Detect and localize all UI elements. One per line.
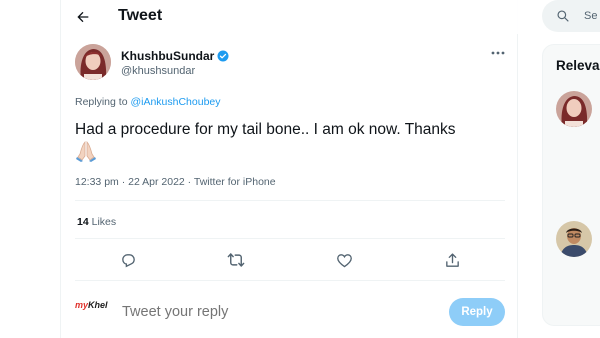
divider-middle	[75, 238, 505, 239]
header: Tweet	[61, 0, 519, 34]
more-button[interactable]	[488, 46, 508, 60]
likes-count[interactable]: 14 Likes	[77, 216, 116, 228]
main-column: Tweet KhushbuSundar @khushsundar Replyin…	[60, 0, 519, 338]
likes-number: 14	[77, 216, 89, 228]
replying-to: Replying to @iAnkushChoubey	[75, 96, 221, 108]
divider-bottom	[75, 280, 505, 281]
retweet-action[interactable]	[226, 250, 246, 270]
more-horizontal-icon	[491, 51, 505, 55]
right-sidebar: Se Releva	[530, 0, 600, 338]
author-name[interactable]: KhushbuSundar	[121, 49, 214, 63]
divider-top	[75, 200, 505, 201]
share-icon	[445, 252, 459, 267]
search-placeholder: Se	[584, 10, 598, 22]
reply-button[interactable]: Reply	[449, 298, 505, 326]
like-icon	[336, 253, 352, 267]
replying-prefix: Replying to	[75, 96, 128, 108]
tweet-text: Had a procedure for my tail bone.. I am …	[75, 121, 456, 138]
arrow-left-icon	[77, 11, 89, 23]
reply-input[interactable]	[122, 304, 362, 320]
relevant-people-panel: Releva	[542, 44, 600, 326]
like-action[interactable]	[334, 250, 354, 270]
composer-avatar-logo: my Khel	[75, 300, 108, 310]
author-name-row[interactable]: KhushbuSundar	[121, 49, 229, 63]
replying-to-link[interactable]: @iAnkushChoubey	[130, 96, 220, 108]
retweet-icon	[227, 253, 245, 267]
relevant-avatar-2[interactable]	[556, 221, 592, 257]
panel-title: Releva	[556, 58, 600, 73]
share-action[interactable]	[442, 250, 462, 270]
reply-icon	[121, 253, 135, 267]
back-button[interactable]	[71, 5, 95, 29]
search-box[interactable]: Se	[542, 0, 600, 32]
reply-action[interactable]	[118, 250, 138, 270]
relevant-avatar-1[interactable]	[556, 91, 592, 127]
page-title: Tweet	[118, 7, 163, 24]
praying-hands-emoji	[75, 140, 99, 162]
verified-badge-icon	[217, 50, 229, 62]
tweet-timestamp[interactable]: 12:33 pm · 22 Apr 2022 · Twitter for iPh…	[75, 176, 276, 188]
likes-label: Likes	[91, 216, 117, 228]
author-avatar[interactable]	[75, 44, 111, 80]
author-handle[interactable]: @khushsundar	[121, 65, 195, 77]
search-icon	[557, 10, 569, 22]
